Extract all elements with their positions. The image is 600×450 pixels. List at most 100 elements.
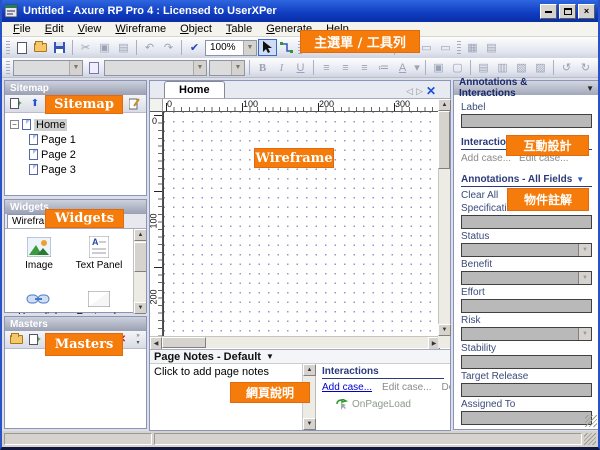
scrollbar-thumb[interactable]: [162, 337, 206, 348]
style-editor-icon[interactable]: [84, 59, 103, 76]
assigned-to-input[interactable]: [461, 411, 592, 425]
scroll-up-icon[interactable]: ▲: [303, 364, 316, 376]
ungroup-icon[interactable]: ▢: [448, 59, 467, 76]
send-backward-icon[interactable]: ▨: [531, 59, 550, 76]
page-notes-header[interactable]: Page Notes - Default ▼: [150, 349, 450, 364]
paste-icon[interactable]: ▤: [114, 39, 133, 56]
edit-page-icon[interactable]: [127, 96, 143, 111]
open-master-icon[interactable]: [8, 332, 24, 347]
align-right-icon[interactable]: ≡: [355, 59, 374, 76]
canvas-horizontal-scrollbar[interactable]: ◀ ▶: [150, 336, 440, 348]
stability-input[interactable]: [461, 355, 592, 369]
chevron-down-icon[interactable]: ▼: [578, 328, 591, 340]
scroll-down-icon[interactable]: ▼: [303, 418, 316, 430]
menu-table[interactable]: Table: [219, 23, 259, 35]
font-size-select[interactable]: ▼: [209, 60, 245, 76]
chevron-down-icon[interactable]: ▼: [578, 244, 591, 256]
target-release-input[interactable]: [461, 383, 592, 397]
widget-hyperlink[interactable]: Hyperlink: [11, 286, 67, 314]
tree-node-home[interactable]: − Home: [7, 117, 144, 132]
wireframe-canvas[interactable]: [163, 112, 440, 336]
label-field-input[interactable]: [461, 114, 592, 128]
minimize-button[interactable]: [540, 4, 557, 19]
add-case-link[interactable]: Add case...: [322, 382, 372, 393]
scrollbar-thumb[interactable]: [134, 242, 146, 272]
delete-case-link[interactable]: Delete case...: [442, 382, 451, 393]
spellcheck-icon[interactable]: ✔: [185, 39, 204, 56]
resize-grip[interactable]: [584, 433, 596, 445]
move-up-icon[interactable]: ⬆: [27, 96, 43, 111]
effort-input[interactable]: [461, 299, 592, 313]
tree-node-page1[interactable]: Page 1: [7, 132, 144, 147]
send-to-back-icon[interactable]: ▥: [493, 59, 512, 76]
font-color-icon[interactable]: A: [393, 59, 412, 76]
widget-text-panel[interactable]: A Text Panel: [71, 234, 127, 271]
font-family-select[interactable]: ▼: [13, 60, 83, 76]
scroll-up-icon[interactable]: ▲: [134, 229, 146, 241]
save-icon[interactable]: [50, 39, 69, 56]
zoom-select[interactable]: 100% ▼: [205, 40, 257, 56]
tree-node-label[interactable]: Page 3: [41, 164, 76, 176]
rotate-right-icon[interactable]: ↻: [576, 59, 595, 76]
widgets-scrollbar[interactable]: ▲ ▼: [133, 229, 146, 314]
masters-list[interactable]: [5, 349, 146, 427]
group-icon[interactable]: ▣: [429, 59, 448, 76]
toolbar-grip[interactable]: [6, 61, 10, 75]
widget-rectangle[interactable]: Rectangle: [71, 286, 127, 314]
align-left-icon[interactable]: ≡: [317, 59, 336, 76]
status-select[interactable]: ▼: [461, 243, 592, 257]
maximize-button[interactable]: [559, 4, 576, 19]
tab-scroll-left-icon[interactable]: ◁: [406, 86, 413, 97]
new-icon[interactable]: [12, 39, 31, 56]
menu-view[interactable]: View: [71, 23, 109, 35]
add-master-icon[interactable]: +: [27, 332, 43, 347]
collapse-icon[interactable]: −: [10, 120, 19, 129]
canvas-vertical-scrollbar[interactable]: ▲ ▼: [438, 99, 450, 336]
tree-node-label[interactable]: Home: [34, 119, 67, 131]
scroll-down-icon[interactable]: ▼: [134, 302, 146, 314]
pointer-tool-icon[interactable]: [258, 39, 277, 56]
underline-icon[interactable]: U: [291, 59, 310, 76]
toolbar-grip[interactable]: [457, 41, 461, 55]
rotate-left-icon[interactable]: ↺: [557, 59, 576, 76]
chevron-down-icon[interactable]: ▼: [578, 272, 591, 284]
menu-edit[interactable]: Edit: [38, 23, 71, 35]
chevron-down-icon[interactable]: ▼: [576, 175, 584, 184]
edit-case-link[interactable]: Edit case...: [382, 382, 431, 393]
add-case-link[interactable]: Add case...: [461, 153, 511, 164]
masters-panel-header[interactable]: Masters: [5, 317, 146, 331]
undo-icon[interactable]: ↶: [140, 39, 159, 56]
sitemap-panel-header[interactable]: Sitemap: [5, 81, 146, 95]
tree-node-label[interactable]: Page 2: [41, 149, 76, 161]
bold-icon[interactable]: B: [253, 59, 272, 76]
specification-input[interactable]: [461, 215, 592, 229]
tab-close-icon[interactable]: ✕: [426, 84, 436, 98]
tree-node-label[interactable]: Page 1: [41, 134, 76, 146]
bring-to-front-icon[interactable]: ▤: [474, 59, 493, 76]
close-button[interactable]: ×: [578, 4, 595, 19]
menu-object[interactable]: Object: [173, 23, 219, 35]
resize-grip[interactable]: [585, 415, 597, 427]
bring-forward-icon[interactable]: ▧: [512, 59, 531, 76]
widget-image[interactable]: Image: [11, 234, 67, 271]
add-page-icon[interactable]: +: [8, 96, 24, 111]
onpageload-event[interactable]: OnPageLoad: [336, 399, 444, 410]
scrollbar-thumb[interactable]: [438, 111, 450, 169]
align-center-icon[interactable]: ≡: [336, 59, 355, 76]
font-style-select[interactable]: ▼: [104, 60, 207, 76]
chevron-down-icon[interactable]: ▾: [412, 59, 422, 76]
tab-scroll-right-icon[interactable]: ▷: [416, 86, 423, 97]
open-icon[interactable]: [31, 39, 50, 56]
toolbar-grip[interactable]: [6, 41, 10, 55]
annotations-panel-header[interactable]: Annotations & Interactions ▼: [454, 81, 599, 95]
risk-select[interactable]: ▼: [461, 327, 592, 341]
table-icon[interactable]: ▦: [463, 39, 482, 56]
scroll-down-icon[interactable]: ▼: [438, 324, 451, 336]
benefit-select[interactable]: ▼: [461, 271, 592, 285]
menu-file[interactable]: File: [6, 23, 38, 35]
insert-icon[interactable]: ▤: [482, 39, 501, 56]
panel-overflow-icon[interactable]: »▾: [133, 332, 143, 347]
copy-icon[interactable]: ▣: [95, 39, 114, 56]
redo-icon[interactable]: ↷: [159, 39, 178, 56]
cut-icon[interactable]: ✂: [76, 39, 95, 56]
